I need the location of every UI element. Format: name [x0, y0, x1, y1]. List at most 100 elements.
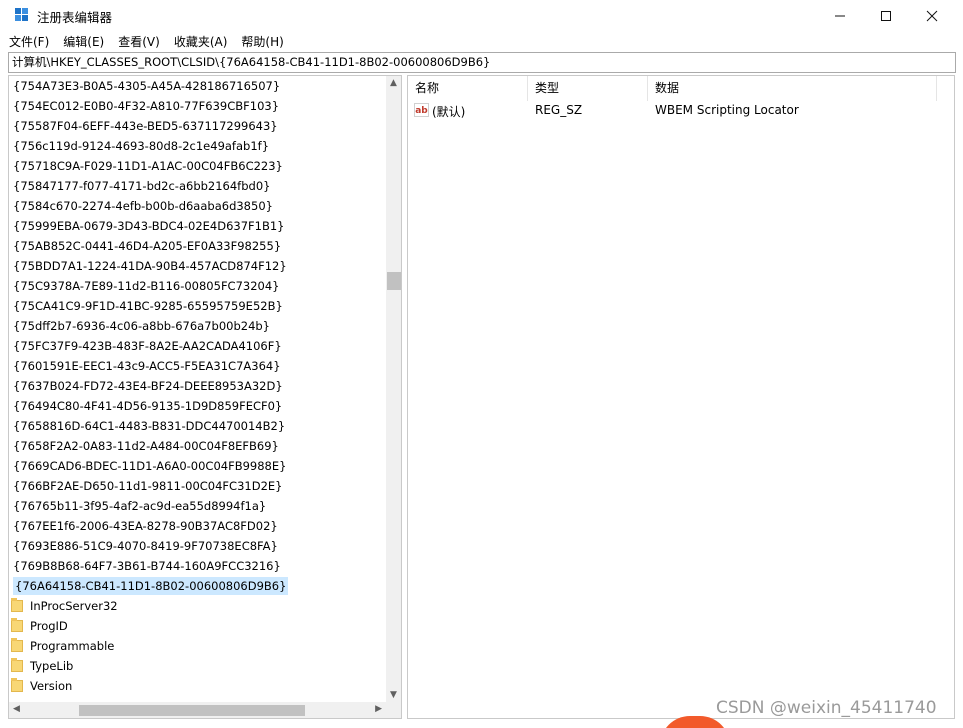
minimize-button[interactable]: [817, 0, 863, 31]
key-tree-pane[interactable]: {754A73E3-B0A5-4305-A45A-428186716507} {7…: [8, 75, 402, 719]
tree-item-label: {754A73E3-B0A5-4305-A45A-428186716507}: [13, 79, 281, 93]
menu-file[interactable]: 文件(F): [9, 33, 49, 50]
tree-item-label: {754EC012-E0B0-4F32-A810-77F639CBF103}: [13, 99, 280, 113]
tree-item[interactable]: {767EE1f6-2006-43EA-8278-90B37AC8FD02}: [9, 516, 385, 536]
tree-item-label: {75dff2b7-6936-4c06-a8bb-676a7b00b24b}: [13, 319, 271, 333]
tree-item[interactable]: {7658816D-64C1-4483-B831-DDC4470014B2}: [9, 416, 385, 436]
close-icon: [926, 10, 938, 21]
tree-item[interactable]: {75dff2b7-6936-4c06-a8bb-676a7b00b24b}: [9, 316, 385, 336]
tree-item-selected[interactable]: {76A64158-CB41-11D1-8B02-00600806D9B6}: [9, 576, 385, 596]
tree-subkey-item[interactable]: TypeLib: [9, 656, 385, 676]
tree-item-label: {75AB852C-0441-46D4-A205-EF0A33F98255}: [13, 239, 282, 253]
tree-item-label: {75587F04-6EFF-443e-BED5-637117299643}: [13, 119, 278, 133]
scroll-right-arrow-icon[interactable]: ▶: [375, 704, 382, 714]
tree-item-label: {75FC37F9-423B-483F-8A2E-AA2CADA4106F}: [13, 339, 282, 353]
address-bar[interactable]: 计算机\HKEY_CLASSES_ROOT\CLSID\{76A64158-CB…: [8, 52, 956, 73]
tree-subkey-item[interactable]: Programmable: [9, 636, 385, 656]
tree-subkey-item[interactable]: Version: [9, 676, 385, 696]
tree-item[interactable]: {7693E886-51C9-4070-8419-9F70738EC8FA}: [9, 536, 385, 556]
subkey-label: Programmable: [30, 639, 115, 653]
vertical-scroll-thumb[interactable]: [387, 272, 401, 290]
tree-item[interactable]: {756c119d-9124-4693-80d8-2c1e49afab1f}: [9, 136, 385, 156]
tree-item[interactable]: {75587F04-6EFF-443e-BED5-637117299643}: [9, 116, 385, 136]
scroll-down-arrow-icon[interactable]: ▼: [390, 690, 397, 700]
tree-item[interactable]: {75718C9A-F029-11D1-A1AC-00C04FB6C223}: [9, 156, 385, 176]
close-button[interactable]: [909, 0, 955, 31]
tree-item-label: {75847177-f077-4171-bd2c-a6bb2164fbd0}: [13, 179, 271, 193]
tree-item[interactable]: {7637B024-FD72-43E4-BF24-DEEE8953A32D}: [9, 376, 385, 396]
tree-item[interactable]: {754A73E3-B0A5-4305-A45A-428186716507}: [9, 76, 385, 96]
registry-editor-icon: [15, 8, 28, 21]
menu-bar: 文件(F) 编辑(E) 查看(V) 收藏夹(A) 帮助(H): [0, 31, 963, 51]
tree-subkey-item[interactable]: ProgID: [9, 616, 385, 636]
tree-item-label: {76A64158-CB41-11D1-8B02-00600806D9B6}: [13, 577, 289, 595]
tree-item-label: {7693E886-51C9-4070-8419-9F70738EC8FA}: [13, 539, 278, 553]
value-data: WBEM Scripting Locator: [655, 103, 799, 117]
tree-item-label: {75C9378A-7E89-11d2-B116-00805FC73204}: [13, 279, 280, 293]
tree-item[interactable]: {75CA41C9-9F1D-41BC-9285-65595759E52B}: [9, 296, 385, 316]
column-header-data[interactable]: 数据: [648, 76, 937, 101]
tree-item[interactable]: {7601591E-EEC1-43c9-ACC5-F5EA31C7A364}: [9, 356, 385, 376]
tree-item[interactable]: {75BDD7A1-1224-41DA-90B4-457ACD874F12}: [9, 256, 385, 276]
tree-item[interactable]: {7658F2A2-0A83-11d2-A484-00C04F8EFB69}: [9, 436, 385, 456]
tree-item[interactable]: {76494C80-4F41-4D56-9135-1D9D859FECF0}: [9, 396, 385, 416]
tree-item-label: {7658816D-64C1-4483-B831-DDC4470014B2}: [13, 419, 286, 433]
tree-item-label: {76494C80-4F41-4D56-9135-1D9D859FECF0}: [13, 399, 283, 413]
tree-item[interactable]: {7669CAD6-BDEC-11D1-A6A0-00C04FB9988E}: [9, 456, 385, 476]
tree-item-label: {756c119d-9124-4693-80d8-2c1e49afab1f}: [13, 139, 270, 153]
watermark: CSDN @weixin_45411740: [716, 698, 937, 718]
tree-item-label: {7669CAD6-BDEC-11D1-A6A0-00C04FB9988E}: [13, 459, 287, 473]
menu-view[interactable]: 查看(V): [118, 33, 160, 50]
folder-icon: [11, 638, 23, 652]
horizontal-scroll-thumb[interactable]: [79, 705, 305, 716]
tree-subkey-item[interactable]: InProcServer32: [9, 596, 385, 616]
string-value-icon: ab: [414, 103, 429, 117]
menu-edit[interactable]: 编辑(E): [63, 33, 104, 50]
subkey-label: ProgID: [30, 619, 68, 633]
tree-vertical-scrollbar[interactable]: ▲ ▼: [386, 76, 401, 702]
menu-help[interactable]: 帮助(H): [241, 33, 283, 50]
tree-item-label: {75718C9A-F029-11D1-A1AC-00C04FB6C223}: [13, 159, 283, 173]
value-row[interactable]: ab (默认) REG_SZ WBEM Scripting Locator: [408, 101, 954, 121]
tree-item-label: {7601591E-EEC1-43c9-ACC5-F5EA31C7A364}: [13, 359, 281, 373]
scroll-left-arrow-icon[interactable]: ◀: [13, 704, 20, 714]
column-header-name[interactable]: 名称: [408, 76, 528, 101]
subkey-label: Version: [30, 679, 73, 693]
tree-item[interactable]: {75C9378A-7E89-11d2-B116-00805FC73204}: [9, 276, 385, 296]
tree-item[interactable]: {7584c670-2274-4efb-b00b-d6aaba6d3850}: [9, 196, 385, 216]
maximize-button[interactable]: [863, 0, 909, 31]
tree-item-label: {75CA41C9-9F1D-41BC-9285-65595759E52B}: [13, 299, 283, 313]
value-name: (默认): [432, 105, 466, 119]
tree-item-label: {7637B024-FD72-43E4-BF24-DEEE8953A32D}: [13, 379, 283, 393]
window-title: 注册表编辑器: [37, 10, 113, 25]
scroll-up-arrow-icon[interactable]: ▲: [390, 78, 397, 88]
tree-item[interactable]: {766BF2AE-D650-11d1-9811-00C04FC31D2E}: [9, 476, 385, 496]
tree-item-label: {76765b11-3f95-4af2-ac9d-ea55d8994f1a}: [13, 499, 267, 513]
tree-item-label: {7658F2A2-0A83-11d2-A484-00C04F8EFB69}: [13, 439, 279, 453]
tree-item[interactable]: {76765b11-3f95-4af2-ac9d-ea55d8994f1a}: [9, 496, 385, 516]
tree-item[interactable]: {754EC012-E0B0-4F32-A810-77F639CBF103}: [9, 96, 385, 116]
folder-icon: [11, 598, 23, 612]
subkey-label: TypeLib: [30, 659, 74, 673]
minimize-icon: [835, 15, 845, 16]
tree-item-label: {75999EBA-0679-3D43-BDC4-02E4D637F1B1}: [13, 219, 285, 233]
tree-item[interactable]: {75999EBA-0679-3D43-BDC4-02E4D637F1B1}: [9, 216, 385, 236]
subkey-label: InProcServer32: [30, 599, 118, 613]
tree-item-label: {75BDD7A1-1224-41DA-90B4-457ACD874F12}: [13, 259, 287, 273]
folder-icon: [11, 658, 23, 672]
maximize-icon: [881, 10, 891, 21]
tree-item-label: {767EE1f6-2006-43EA-8278-90B37AC8FD02}: [13, 519, 278, 533]
tree-item-label: {769B8B68-64F7-3B61-B744-160A9FCC3216}: [13, 559, 281, 573]
tree-item[interactable]: {75AB852C-0441-46D4-A205-EF0A33F98255}: [9, 236, 385, 256]
tree-item[interactable]: {75847177-f077-4171-bd2c-a6bb2164fbd0}: [9, 176, 385, 196]
tree-item[interactable]: {75FC37F9-423B-483F-8A2E-AA2CADA4106F}: [9, 336, 385, 356]
key-tree-list: {754A73E3-B0A5-4305-A45A-428186716507} {7…: [9, 76, 385, 696]
value-type: REG_SZ: [535, 103, 583, 117]
tree-item-label: {7584c670-2274-4efb-b00b-d6aaba6d3850}: [13, 199, 273, 213]
folder-icon: [11, 618, 23, 632]
tree-horizontal-scrollbar[interactable]: ◀ ▶: [9, 702, 386, 718]
tree-item[interactable]: {769B8B68-64F7-3B61-B744-160A9FCC3216}: [9, 556, 385, 576]
column-header-type[interactable]: 类型: [528, 76, 648, 101]
menu-favorites[interactable]: 收藏夹(A): [174, 33, 228, 50]
values-pane[interactable]: 名称 类型 数据 ab (默认) REG_SZ WBEM Scripting L…: [407, 75, 955, 719]
